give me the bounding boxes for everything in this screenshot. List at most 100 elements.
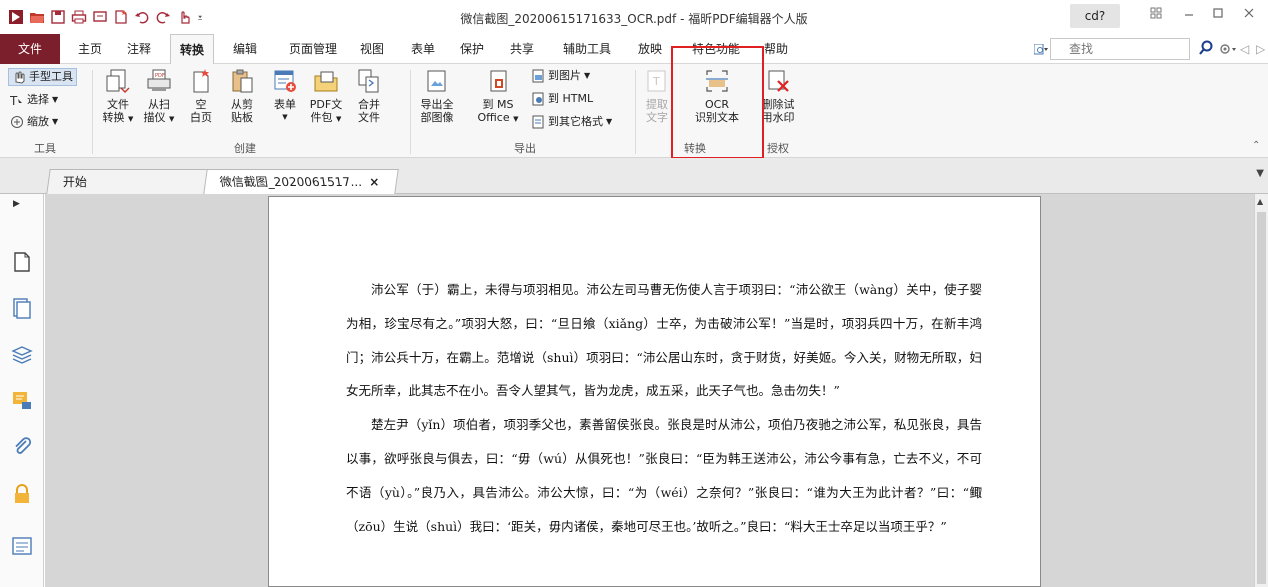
extract-text-button[interactable]: T 提取 文字	[642, 68, 672, 124]
chevron-down-icon: ▼	[52, 117, 59, 126]
security-icon[interactable]	[10, 482, 34, 506]
form-label: 表单	[274, 98, 296, 111]
pdf-package-button[interactable]: PDF文 件包 ▼	[306, 68, 346, 126]
form-icon	[274, 70, 296, 92]
ribbon-display-icon[interactable]	[1147, 7, 1165, 25]
ms-office-label-1: 到 MS	[482, 98, 514, 111]
hand-icon	[15, 71, 25, 84]
search-input[interactable]	[1051, 39, 1189, 59]
paragraph: 楚左尹（yǐn）项伯者，项羽季父也，素善留侯张良。张良是时从沛公，项伯乃夜驰之沛…	[346, 417, 982, 534]
hand-tool-button[interactable]: 手型工具	[8, 68, 77, 86]
to-other-formats-button[interactable]: 到其它格式 ▼	[531, 113, 612, 131]
file-convert-label-2: 转换	[102, 111, 125, 124]
minimize-icon[interactable]	[1180, 7, 1198, 25]
file-convert-button[interactable]: 文件 转换 ▼	[100, 68, 136, 126]
expand-sidebar-icon[interactable]: ▶	[13, 199, 20, 209]
other-format-icon	[532, 115, 544, 129]
user-account-button[interactable]: cd?	[1070, 4, 1120, 28]
text-select-icon: T	[10, 94, 22, 107]
select-tool-button[interactable]: T 选择 ▼	[10, 91, 58, 109]
page-thumbnails-icon[interactable]	[10, 296, 34, 320]
to-other-label: 到其它格式	[548, 115, 603, 128]
file-convert-icon	[106, 69, 130, 93]
extract-text-label-1: 提取	[646, 98, 668, 111]
tab-list-dropdown-icon[interactable]: ▼	[1256, 168, 1264, 179]
group-label-authorize: 授权	[767, 142, 789, 155]
search-icon[interactable]	[1198, 40, 1214, 56]
menu-bar: 文件 主页 注释 转换 编辑 页面管理 视图 表单 保护 共享 辅助工具 放映 …	[0, 34, 1268, 65]
page-text-body: 沛公军（于）霸上，未得与项羽相见。沛公左司马曹无伤使人言于项羽曰：“沛公欲王（w…	[346, 273, 982, 543]
pages-icon[interactable]	[10, 250, 34, 274]
chevron-down-icon: ▼	[282, 113, 288, 121]
layers-icon[interactable]	[10, 342, 34, 366]
image-file-icon	[532, 69, 544, 83]
collapse-ribbon-icon[interactable]: ⌃	[1252, 140, 1260, 151]
maximize-icon[interactable]	[1209, 7, 1227, 25]
tab-protect[interactable]: 保护	[456, 34, 488, 64]
clipboard-label-1: 从剪	[231, 98, 253, 111]
form-button[interactable]: 表单 ▼	[267, 68, 303, 124]
ms-office-icon	[490, 70, 507, 92]
tab-share[interactable]: 共享	[506, 34, 538, 64]
ms-office-label-2: Office	[477, 111, 510, 124]
tab-start-label: 开始	[62, 175, 87, 189]
svg-text:PDF: PDF	[155, 73, 165, 79]
tab-view[interactable]: 视图	[356, 34, 388, 64]
blank-page-label-2: 白页	[190, 111, 212, 124]
tab-slideshow[interactable]: 放映	[634, 34, 666, 64]
comments-icon[interactable]	[10, 388, 34, 412]
ocr-highlight-box	[671, 46, 764, 159]
export-all-images-button[interactable]: 导出全 部图像	[417, 68, 457, 124]
document-workspace[interactable]: 沛公军（于）霸上，未得与项羽相见。沛公左司马曹无伤使人言于项羽曰：“沛公欲王（w…	[45, 194, 1254, 587]
tab-page-management[interactable]: 页面管理	[282, 34, 344, 64]
pdf-package-label-2: 件包	[310, 111, 333, 124]
from-clipboard-button[interactable]: 从剪 贴板	[224, 68, 260, 124]
scroll-up-icon[interactable]: ▲	[1257, 197, 1263, 206]
pdf-package-label-1: PDF文	[309, 98, 343, 111]
svg-text:T: T	[10, 94, 18, 107]
to-image-button[interactable]: 到图片 ▼	[531, 67, 590, 85]
scroll-left-icon[interactable]: ◁	[1240, 42, 1249, 56]
hand-tool-label: 手型工具	[29, 70, 73, 83]
scroll-right-icon[interactable]: ▷	[1256, 42, 1265, 56]
tab-document[interactable]: 微信截图_2020061517... ×	[203, 169, 399, 194]
to-ms-office-button[interactable]: 到 MS Office ▼	[475, 68, 521, 126]
tab-file[interactable]: 文件	[0, 34, 60, 64]
gear-icon[interactable]	[1218, 42, 1238, 56]
tab-start[interactable]: 开始	[46, 169, 218, 194]
group-label-export: 导出	[514, 142, 536, 155]
tab-help[interactable]: 帮助	[760, 34, 792, 64]
chevron-down-icon: ▼	[606, 117, 613, 126]
scanner-label-2: 描仪	[143, 111, 166, 124]
chevron-down-icon: ▼	[336, 115, 342, 123]
search-box[interactable]	[1050, 38, 1190, 60]
tab-convert[interactable]: 转换	[170, 34, 214, 65]
tab-accessibility-tools[interactable]: 辅助工具	[556, 34, 618, 64]
zoom-tool-button[interactable]: 缩放 ▼	[10, 113, 58, 131]
to-html-button[interactable]: 到 HTML	[531, 90, 593, 108]
pdf-page[interactable]: 沛公军（于）霸上，未得与项羽相见。沛公左司马曹无伤使人言于项羽曰：“沛公欲王（w…	[268, 196, 1041, 587]
zoom-tool-label: 缩放	[27, 115, 49, 128]
pdf-package-icon	[314, 71, 338, 92]
to-image-label: 到图片	[548, 69, 581, 82]
scrollbar-thumb[interactable]	[1257, 212, 1266, 584]
tab-edit[interactable]: 编辑	[229, 34, 261, 64]
navigation-sidebar: ▶	[0, 194, 44, 587]
from-scanner-button[interactable]: PDF 从扫 描仪 ▼	[141, 68, 177, 126]
attachments-icon[interactable]	[10, 434, 34, 458]
search-options-icon[interactable]	[1034, 44, 1048, 56]
close-icon[interactable]	[1240, 7, 1258, 25]
chevron-down-icon: ▼	[584, 71, 591, 80]
form-fields-icon[interactable]	[10, 534, 34, 558]
tab-home[interactable]: 主页	[74, 34, 106, 64]
export-images-icon	[427, 70, 446, 92]
close-tab-icon[interactable]: ×	[369, 175, 379, 189]
group-label-tools: 工具	[34, 142, 56, 155]
tab-form[interactable]: 表单	[407, 34, 439, 64]
tab-comment[interactable]: 注释	[123, 34, 155, 64]
merge-files-button[interactable]: 合并 文件	[352, 68, 386, 124]
ribbon-separator	[635, 70, 636, 154]
vertical-scrollbar[interactable]: ▲	[1254, 194, 1268, 587]
blank-page-button[interactable]: 空 白页	[186, 68, 216, 124]
export-all-label-1: 导出全	[420, 98, 454, 111]
